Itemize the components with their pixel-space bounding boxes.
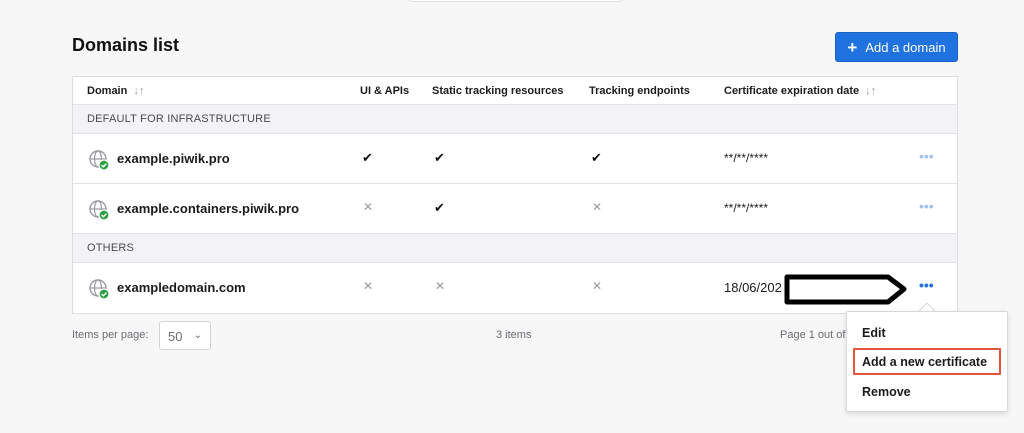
more-options-icon[interactable]: •••: [919, 148, 934, 164]
certificate-date: **/**/****: [724, 201, 769, 215]
items-count: 3 items: [496, 329, 532, 341]
column-header-domain-label: Domain: [87, 85, 128, 97]
section-header-others: OTHERS: [73, 234, 957, 263]
items-per-page-select[interactable]: 50 ⌄: [159, 321, 211, 350]
column-header-static-tracking: Static tracking resources: [432, 85, 564, 97]
cross-icon: ✕: [592, 200, 603, 214]
domain-name[interactable]: example.containers.piwik.pro: [117, 201, 299, 216]
sort-icon[interactable]: ↓↑: [865, 85, 876, 97]
more-options-icon[interactable]: •••: [919, 198, 934, 214]
section-label: DEFAULT FOR INFRASTRUCTURE: [87, 113, 271, 125]
table-row: example.containers.piwik.pro ✕ ✔ ✕ **/**…: [73, 184, 957, 234]
column-header-cert-expiration[interactable]: Certificate expiration date ↓↑: [724, 85, 876, 97]
page-info: Page 1 out of: [780, 329, 846, 341]
cross-icon: ✕: [592, 279, 603, 293]
items-per-page-label: Items per page:: [72, 329, 149, 341]
section-label: OTHERS: [87, 242, 135, 254]
items-per-page-value: 50: [168, 329, 183, 344]
cross-icon: ✕: [363, 279, 374, 293]
column-header-ui-apis: UI & APIs: [360, 85, 410, 97]
globe-verified-icon: [89, 200, 110, 221]
certificate-date: **/**/****: [724, 151, 769, 165]
redaction-mark: [784, 274, 907, 305]
certificate-date: 18/06/202: [724, 280, 782, 295]
check-icon: ✔: [591, 150, 602, 165]
chevron-down-icon: ⌄: [193, 330, 202, 341]
domain-name[interactable]: exampledomain.com: [117, 280, 246, 295]
globe-verified-icon: [89, 150, 110, 171]
top-search-pill: [402, 0, 628, 2]
column-header-tracking-endpoints: Tracking endpoints: [589, 85, 690, 97]
table-header: Domain ↓↑ UI & APIs Static tracking resou…: [73, 77, 957, 105]
globe-verified-icon: [89, 279, 110, 300]
more-options-icon[interactable]: •••: [919, 277, 934, 293]
menu-item-edit[interactable]: Edit: [862, 326, 886, 340]
page-title: Domains list: [72, 35, 180, 55]
column-header-domain[interactable]: Domain ↓↑: [87, 85, 144, 97]
column-header-cert-label: Certificate expiration date: [724, 85, 860, 97]
check-icon: ✔: [362, 150, 373, 165]
sort-icon[interactable]: ↓↑: [133, 85, 144, 97]
domain-name[interactable]: example.piwik.pro: [117, 151, 230, 166]
table-row: example.piwik.pro ✔ ✔ ✔ **/**/**** •••: [73, 134, 957, 184]
check-icon: ✔: [434, 200, 445, 215]
add-domain-button[interactable]: + Add a domain: [835, 32, 958, 62]
highlight-box: [853, 348, 1001, 375]
menu-item-remove[interactable]: Remove: [862, 385, 911, 399]
check-icon: ✔: [434, 150, 445, 165]
cross-icon: ✕: [435, 279, 446, 293]
plus-icon: +: [847, 37, 858, 57]
add-domain-label: Add a domain: [865, 39, 946, 55]
cross-icon: ✕: [363, 200, 374, 214]
section-header-default: DEFAULT FOR INFRASTRUCTURE: [73, 105, 957, 134]
